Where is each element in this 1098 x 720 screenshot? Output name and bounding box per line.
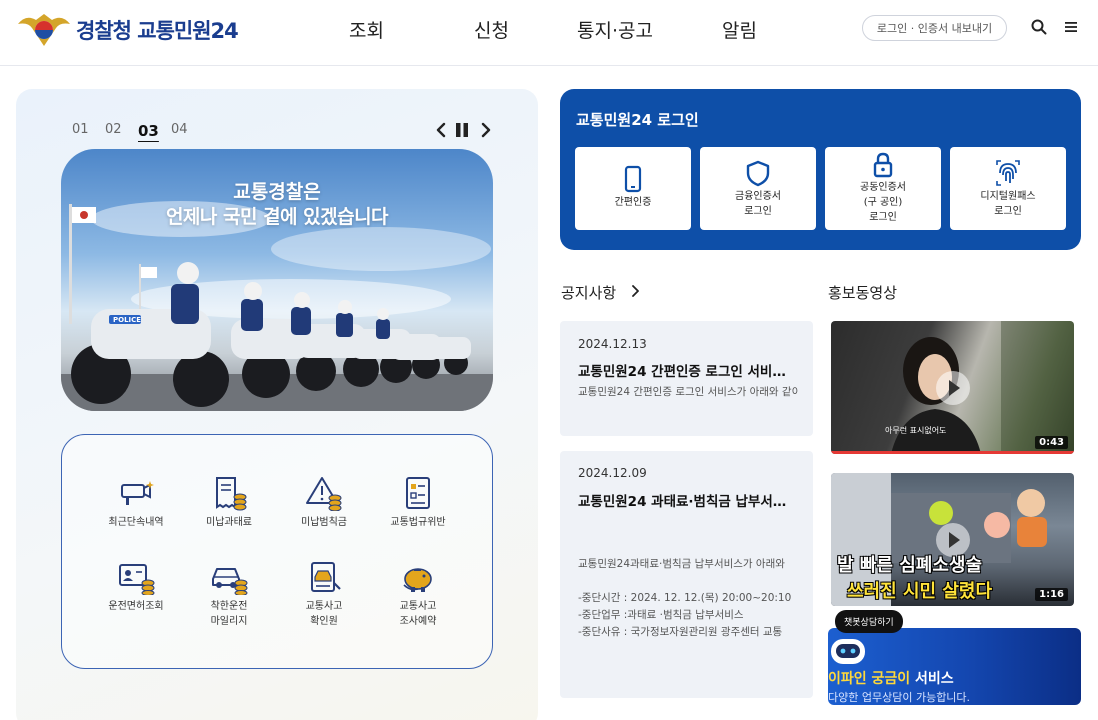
quick-label: 미납범칙금 [301,517,347,528]
notice-title: 교통민원24 간편인증 로그인 서비스 점검 안내 [578,364,798,380]
chatbot-title: 이파인 궁금이 서비스 [828,668,954,688]
slide-prev-icon[interactable] [433,121,449,139]
notice-body-line: 교통민원24 간편인증 로그인 서비스가 아래와 같이 [578,386,798,398]
site-logo[interactable]: 경찰청 교통민원24 [16,10,239,50]
svg-text:POLICE: POLICE [113,316,141,324]
video-progress-bar [831,451,1074,454]
quick-traffic-violation[interactable]: 교통법규위반 [368,475,468,530]
quick-label: 교통사고 확인원 [305,601,343,627]
notice-item[interactable]: 2024.12.09 교통민원24 과태료·범칙금 납부서비스 중단 안내 교통… [560,451,813,698]
slide-number-1[interactable]: 01 [72,122,105,140]
login-card-label: 디지털원패스 로그인 [980,191,1036,217]
chatbot-robot-icon[interactable] [828,634,868,668]
receipt-coins-icon [216,477,247,511]
chatbot-title-highlight: 이파인 궁금이 [828,671,911,687]
fingerprint-icon [996,160,1020,186]
chatbot-subtitle: 다양한 업무상담이 가능합니다. [828,691,971,704]
shield-icon [746,160,770,187]
notice-more-chevron-icon[interactable] [629,284,643,298]
quick-label: 최근단속내역 [108,517,164,528]
video-overlay-text-1: 발 빠른 심폐소생술 [837,555,983,576]
video-section-title: 홍보동영상 [828,284,898,302]
banner-headline-1: 교통경찰은 [233,181,321,203]
slide-next-icon[interactable] [478,121,494,139]
chatbot-consult-bubble[interactable]: 챗봇상담하기 [835,610,903,633]
notice-body-line: -중단사유 : 국가정보자원관리원 광주센터 교통 [578,626,783,638]
login-card-label: 공동인증서 (구 공인) 로그인 [860,182,906,223]
login-financial-cert-button[interactable]: 금융인증서 로그인 [700,147,816,230]
quick-unpaid-penalty[interactable]: 미납범칙금 [274,475,374,530]
notice-item[interactable]: 2024.12.13 교통민원24 간편인증 로그인 서비스 점검 안내 교통민… [560,321,813,436]
login-title: 교통민원24 로그인 [576,111,699,129]
slide-number-2[interactable]: 02 [105,122,138,140]
quick-license-inquiry[interactable]: 운전면허조회 [86,559,186,614]
accident-document-icon [311,562,341,592]
logo-text-service: 교통민원24 [137,19,239,43]
quick-label: 착한운전 마일리지 [210,601,248,627]
promo-video-thumbnail[interactable]: 아무런 표시없어도 0:43 [831,321,1074,454]
license-card-icon [119,564,155,595]
notice-section-title[interactable]: 공지사항 [561,282,616,303]
slide-pagination: 01 02 03 04 [72,122,204,140]
police-emblem-icon [18,14,70,46]
play-icon[interactable] [935,370,970,405]
quick-label: 교통사고 조사예약 [399,601,437,627]
nav-alerts[interactable]: 알림 [722,16,757,43]
piggy-bank-icon [403,568,432,592]
logo-text-agency: 경찰청 [76,19,132,43]
promo-video-thumbnail[interactable]: 발 빠른 심폐소생술 쓰러진 시민 살렸다 1:16 [831,473,1074,606]
login-digital-onepass-button[interactable]: 디지털원패스 로그인 [950,147,1066,230]
video-overlay-text-2: 쓰러진 시민 살렸다 [847,581,993,602]
quick-good-driving-mileage[interactable]: 착한운전 마일리지 [179,559,279,629]
login-certificate-export-button[interactable]: 로그인 · 인증서 내보내기 [862,15,1007,41]
login-joint-cert-button[interactable]: 공동인증서 (구 공인) 로그인 [825,147,941,230]
banner-headline-2: 언제나 국민 곁에 있겠습니다 [165,206,389,228]
notice-body-line: 교통민원24과태료·범칙금 납부서비스가 아래와 [578,558,785,570]
quick-label: 미납과태료 [206,517,252,528]
notice-body-line: -중단업무 :과태료 ·범칙금 납부서비스 [578,609,744,621]
slide-number-3[interactable]: 03 [138,122,171,140]
logo-text: 경찰청 교통민원24 [76,15,239,45]
video-duration: 0:43 [1035,436,1068,449]
site-header: 경찰청 교통민원24 조회 신청 통지·공고 알림 로그인 · 인증서 내보내기 [0,0,1098,66]
nav-inquiry[interactable]: 조회 [349,16,384,43]
login-card-label: 금융인증서 로그인 [735,191,781,217]
quick-unpaid-fines[interactable]: 미납과태료 [179,475,279,530]
quick-label: 교통법규위반 [390,517,446,528]
hamburger-menu-icon[interactable] [1064,20,1078,34]
quick-accident-certificate[interactable]: 교통사고 확인원 [274,559,374,629]
quick-label: 운전면허조회 [108,601,164,612]
quick-menu: 최근단속내역 미납과태료 미납범칙금 교통법규위반 운전면허조회 착한운전 마일… [61,434,493,669]
login-panel: 교통민원24 로그인 간편인증 금융인증서 로그인 공동인증서 (구 공인) 로… [560,89,1081,250]
nav-notice-announcement[interactable]: 통지·공고 [577,16,653,43]
notice-body-line: -중단시간 : 2024. 12. 12.(목) 20:00~20:10 [578,592,792,604]
checklist-icon [406,477,430,509]
notice-date: 2024.12.13 [578,337,647,351]
lock-icon [873,152,893,178]
slide-number-4[interactable]: 04 [171,122,204,140]
quick-recent-enforcement[interactable]: 최근단속내역 [86,475,186,530]
smartphone-icon [624,165,642,193]
car-coins-icon [212,568,248,595]
slide-pause-icon[interactable] [454,121,470,139]
search-icon[interactable] [1030,18,1048,36]
camera-icon [121,481,154,505]
login-card-label: 간편인증 [614,197,652,208]
nav-application[interactable]: 신청 [474,16,509,43]
video-caption: 아무런 표시없어도 [885,426,947,435]
video-duration: 1:16 [1035,588,1068,601]
notice-date: 2024.12.09 [578,466,647,480]
login-simple-auth-button[interactable]: 간편인증 [575,147,691,230]
warning-coins-icon [306,477,342,511]
main-banner[interactable]: POLICE 교통경찰은 언제나 국민 곁에 있겠습니다 [61,149,493,411]
notice-title: 교통민원24 과태료·범칙금 납부서비스 중단 안내 [578,494,798,510]
quick-accident-investigation-booking[interactable]: 교통사고 조사예약 [368,559,468,629]
chatbot-title-rest: 서비스 [910,671,954,687]
